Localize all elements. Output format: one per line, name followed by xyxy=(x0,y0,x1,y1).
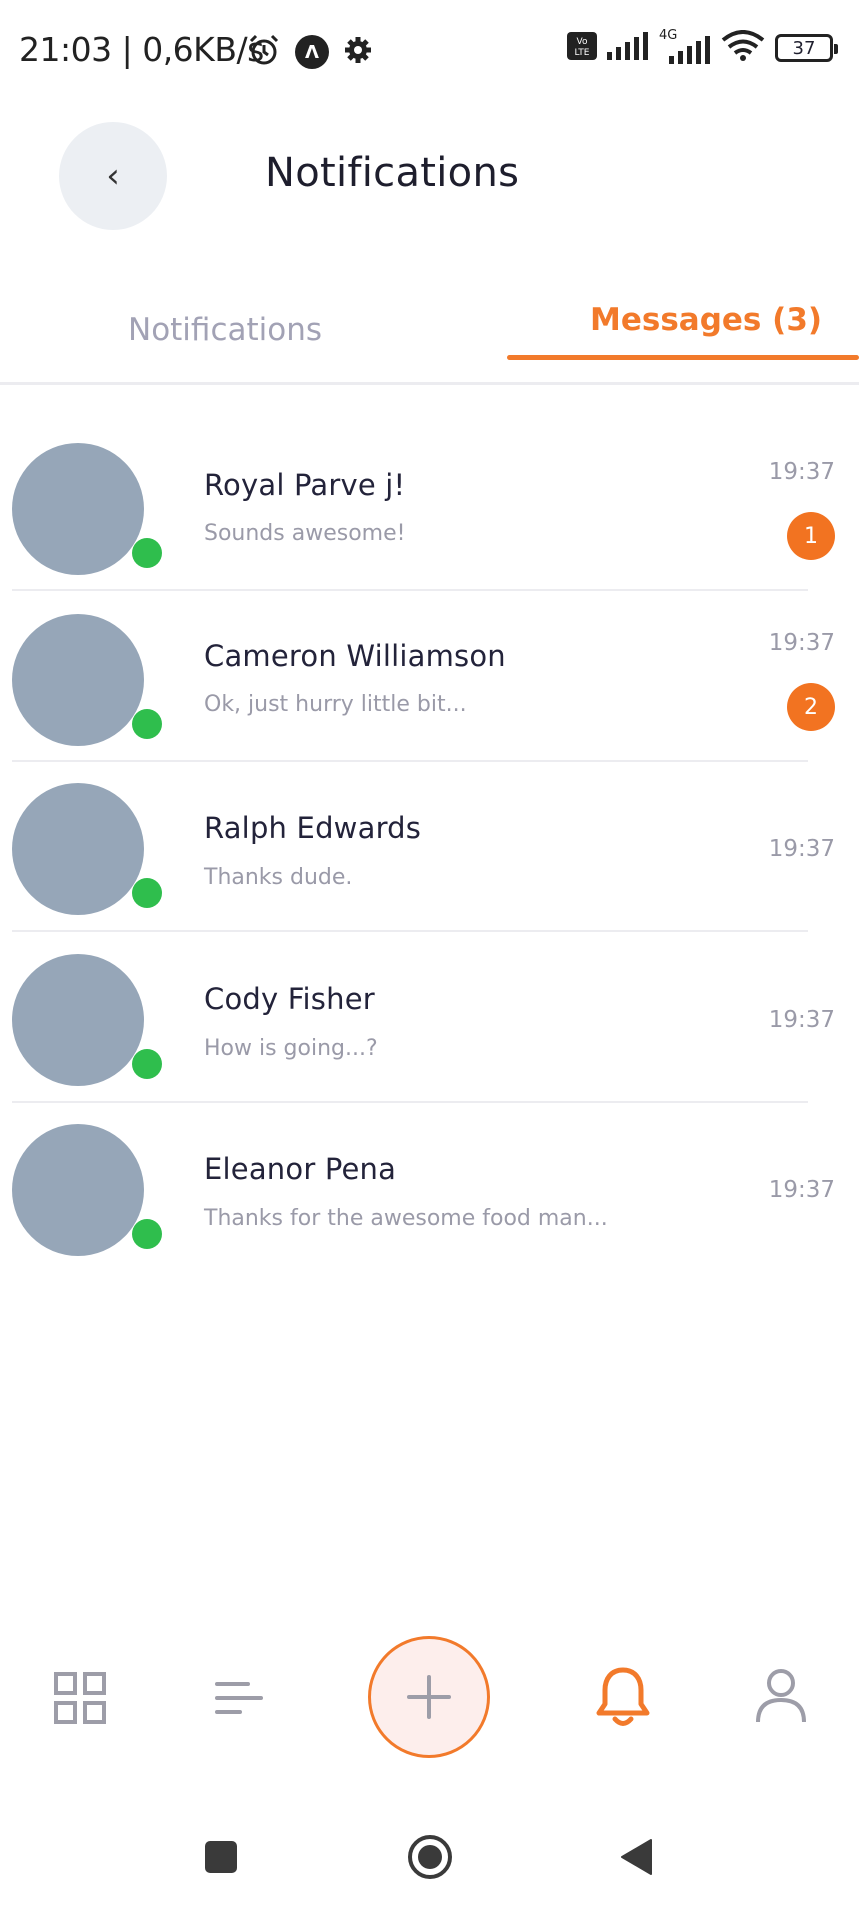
message-item[interactable]: Cody Fisher How is going...? 19:37 xyxy=(0,938,859,1109)
message-item[interactable]: Ralph Edwards Thanks dude. 19:37 xyxy=(0,768,859,939)
message-preview: Thanks for the awesome food man... xyxy=(204,1206,608,1231)
back-button[interactable]: ‹ xyxy=(59,122,167,230)
settings-icon xyxy=(343,35,373,69)
online-indicator xyxy=(132,1219,162,1249)
online-indicator xyxy=(132,538,162,568)
contact-name: Cameron Williamson xyxy=(204,639,506,673)
online-indicator xyxy=(132,1049,162,1079)
add-button[interactable] xyxy=(368,1636,490,1758)
online-indicator xyxy=(132,878,162,908)
message-time: 19:37 xyxy=(768,630,835,656)
tab-messages[interactable]: Messages (3) xyxy=(590,302,822,338)
avatar xyxy=(12,954,144,1086)
divider xyxy=(12,589,808,591)
message-item[interactable]: Cameron Williamson Ok, just hurry little… xyxy=(0,597,859,768)
grid-icon[interactable] xyxy=(54,1672,106,1724)
unread-badge: 1 xyxy=(787,512,835,560)
avatar xyxy=(12,443,144,575)
message-preview: Sounds awesome! xyxy=(204,521,406,546)
contact-name: Eleanor Pena xyxy=(204,1152,397,1186)
signal-icon xyxy=(607,32,649,64)
avatar xyxy=(12,614,144,746)
divider xyxy=(12,760,808,762)
message-preview: Ok, just hurry little bit... xyxy=(204,692,467,717)
contact-name: Royal Parve j! xyxy=(204,468,406,502)
status-bar: 21:03 | 0,6KB/s Λ Vo LTE 4G 37 xyxy=(0,0,859,100)
tab-divider xyxy=(0,382,859,385)
contact-name: Ralph Edwards xyxy=(204,811,422,845)
bell-icon[interactable] xyxy=(594,1666,652,1730)
divider xyxy=(12,1101,808,1103)
avatar xyxy=(12,1124,144,1256)
alarm-icon xyxy=(247,33,281,71)
message-preview: How is going...? xyxy=(204,1036,378,1061)
online-indicator xyxy=(132,709,162,739)
signal-4g-icon: 4G xyxy=(659,28,711,64)
profile-icon[interactable] xyxy=(755,1668,807,1724)
list-icon[interactable] xyxy=(214,1678,264,1718)
add-icon xyxy=(407,1675,451,1719)
app-icon: Λ xyxy=(295,35,329,69)
recent-apps-button[interactable] xyxy=(204,1840,238,1874)
message-preview: Thanks dude. xyxy=(204,865,353,890)
status-icons-left: Λ xyxy=(247,33,373,71)
avatar xyxy=(12,783,144,915)
message-time: 19:37 xyxy=(768,459,835,485)
chevron-left-icon: ‹ xyxy=(106,156,120,196)
svg-text:Vo: Vo xyxy=(577,37,588,47)
message-time: 19:37 xyxy=(768,836,835,862)
message-time: 19:37 xyxy=(768,1007,835,1033)
status-icons-right: Vo LTE 4G 37 xyxy=(567,28,838,66)
svg-text:LTE: LTE xyxy=(575,48,590,58)
message-item[interactable]: Eleanor Pena Thanks for the awesome food… xyxy=(0,1109,859,1280)
battery-level: 37 xyxy=(792,37,816,59)
unread-badge: 2 xyxy=(787,683,835,731)
message-item[interactable]: Royal Parve j! Sounds awesome! 19:37 1 xyxy=(0,426,859,597)
message-time: 19:37 xyxy=(768,1177,835,1203)
page-title: Notifications xyxy=(265,150,520,196)
tab-notifications[interactable]: Notifications xyxy=(128,312,322,348)
volte-icon: Vo LTE xyxy=(567,32,597,64)
status-time-speed: 21:03 | 0,6KB/s xyxy=(19,30,264,69)
battery-icon: 37 xyxy=(775,34,838,62)
wifi-icon xyxy=(721,30,765,66)
home-button[interactable] xyxy=(407,1834,453,1880)
divider xyxy=(12,930,808,932)
back-nav-button[interactable] xyxy=(619,1838,653,1876)
active-tab-indicator xyxy=(507,355,859,360)
contact-name: Cody Fisher xyxy=(204,982,375,1016)
